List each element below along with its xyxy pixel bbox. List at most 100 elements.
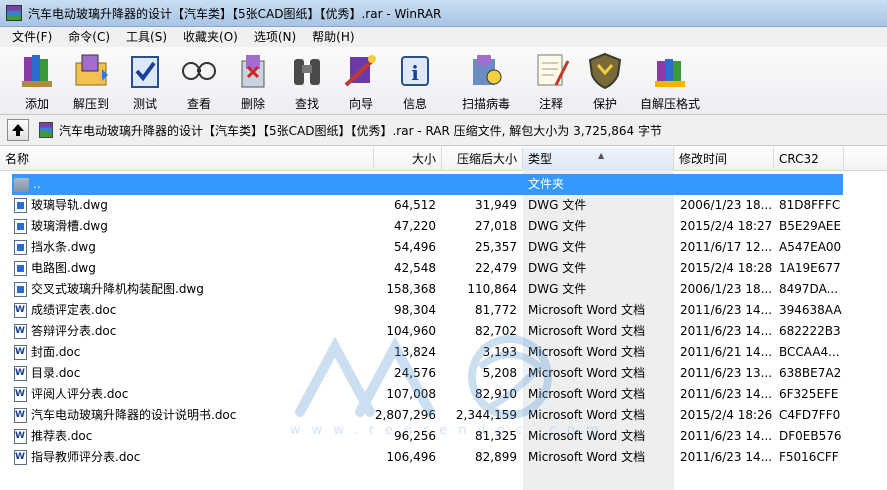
toolbar-button-1[interactable]: 解压到 — [64, 47, 118, 111]
toolbar-button-8[interactable]: 扫描病毒 — [448, 47, 524, 111]
doc-file-icon — [14, 363, 27, 384]
menu-bar: 文件(F) 命令(C) 工具(S) 收藏夹(O) 选项(N) 帮助(H) — [0, 27, 887, 47]
file-size: 13,824 — [394, 345, 436, 359]
column-header-size[interactable]: 大小 — [374, 147, 442, 171]
file-name: 成绩评定表.doc — [31, 303, 117, 317]
file-crc: BCCAA4... — [779, 345, 840, 359]
file-row[interactable]: 玻璃导轨.dwg 64,512 31,949 DWG 文件 2006/1/23 18..… — [0, 195, 887, 216]
file-packed-size: 81,325 — [475, 429, 517, 443]
info-icon: i — [396, 51, 434, 89]
file-type: Microsoft Word 文档 — [528, 429, 646, 443]
file-modified: 2011/6/17 12... — [680, 240, 773, 254]
file-size: 2,807,296 — [374, 408, 436, 422]
file-type: DWG 文件 — [528, 282, 587, 296]
menu-item-3[interactable]: 收藏夹(O) — [175, 27, 246, 47]
dwg-file-icon — [14, 240, 27, 255]
extract-folder-icon — [72, 51, 110, 89]
toolbar-button-0[interactable]: 添加 — [10, 47, 64, 111]
title-bar: 汽车电动玻璃升降器的设计【汽车类】【5张CAD图纸】【优秀】.rar - Win… — [0, 0, 887, 27]
file-packed-size: 31,949 — [475, 198, 517, 212]
file-row[interactable]: 玻璃滑槽.dwg 47,220 27,018 DWG 文件 2015/2/4 18:27… — [0, 216, 887, 237]
toolbar: 添加 解压到 测试 查看 删除 查找 向导 i 信息 扫描病毒 注释 保护 自解压格式 — [0, 47, 887, 115]
books-add-icon — [18, 51, 56, 89]
file-name: 推荐表.doc — [31, 429, 93, 443]
file-crc — [779, 174, 847, 195]
file-modified: 2011/6/23 14... — [680, 450, 773, 464]
toolbar-button-5[interactable]: 查找 — [280, 47, 334, 111]
file-name: 评阅人评分表.doc — [31, 387, 129, 401]
toolbar-button-2[interactable]: 测试 — [118, 47, 172, 111]
file-crc: A547EA00 — [779, 240, 842, 254]
file-packed-size: 2,344,159 — [455, 408, 517, 422]
file-modified: 2011/6/21 14... — [680, 345, 773, 359]
up-folder-button[interactable] — [7, 119, 29, 141]
file-row[interactable]: 挡水条.dwg 54,496 25,357 DWG 文件 2011/6/17 12...… — [0, 237, 887, 258]
toolbar-button-label: 自解压格式 — [639, 97, 700, 111]
wizard-wand-icon — [342, 51, 380, 89]
file-crc: 1A19E677 — [779, 261, 841, 275]
file-row[interactable]: 答辩评分表.doc 104,960 82,702 Microsoft Word 文档 2… — [0, 321, 887, 342]
file-modified: 2011/6/23 13... — [680, 366, 773, 380]
file-row[interactable]: 电路图.dwg 42,548 22,479 DWG 文件 2015/2/4 18:28 1… — [0, 258, 887, 279]
file-row[interactable]: 封面.doc 13,824 3,193 Microsoft Word 文档 2011/6… — [0, 342, 887, 363]
menu-item-0[interactable]: 文件(F) — [4, 27, 60, 47]
file-size: 104,960 — [386, 324, 436, 338]
file-packed-size: 3,193 — [482, 345, 517, 359]
toolbar-button-label: 信息 — [402, 97, 427, 111]
toolbar-button-7[interactable]: i 信息 — [388, 47, 442, 111]
menu-item-5[interactable]: 帮助(H) — [304, 27, 362, 47]
file-packed-size: 27,018 — [475, 219, 517, 233]
doc-file-icon — [14, 447, 27, 468]
toolbar-button-6[interactable]: 向导 — [334, 47, 388, 111]
toolbar-button-3[interactable]: 查看 — [172, 47, 226, 111]
file-row[interactable]: 指导教师评分表.doc 106,496 82,899 Microsoft Word 文… — [0, 447, 887, 468]
column-header-packed[interactable]: 压缩后大小 — [442, 147, 523, 171]
find-binoculars-icon — [288, 51, 326, 89]
doc-file-icon — [14, 405, 27, 426]
file-type: DWG 文件 — [528, 219, 587, 233]
column-header-modified[interactable]: 修改时间 — [674, 147, 774, 171]
toolbar-button-label: 删除 — [240, 97, 265, 111]
file-packed-size: 82,910 — [475, 387, 517, 401]
file-row[interactable]: 交叉式玻璃升降机构装配图.dwg 158,368 110,864 DWG 文件 2006… — [0, 279, 887, 300]
file-type: Microsoft Word 文档 — [528, 366, 646, 380]
file-modified: 2006/1/23 18... — [680, 198, 773, 212]
file-row[interactable]: 目录.doc 24,576 5,208 Microsoft Word 文档 2011/6… — [0, 363, 887, 384]
file-crc: 81D8FFFC — [779, 198, 841, 212]
toolbar-button-10[interactable]: 保护 — [578, 47, 632, 111]
toolbar-button-9[interactable]: 注释 — [524, 47, 578, 111]
file-row[interactable]: 汽车电动玻璃升降器的设计说明书.doc 2,807,296 2,344,159 Mic… — [0, 405, 887, 426]
file-row[interactable]: 成绩评定表.doc 98,304 81,772 Microsoft Word 文档 20… — [0, 300, 887, 321]
toolbar-button-4[interactable]: 删除 — [226, 47, 280, 111]
svg-text:i: i — [411, 61, 419, 85]
column-header-name[interactable]: 名称 — [0, 147, 374, 171]
file-size: 107,008 — [386, 387, 436, 401]
column-header-crc[interactable]: CRC32 — [774, 147, 844, 171]
file-row[interactable]: 评阅人评分表.doc 107,008 82,910 Microsoft Word 文档… — [0, 384, 887, 405]
file-name: 指导教师评分表.doc — [31, 450, 141, 464]
menu-item-4[interactable]: 选项(N) — [246, 27, 304, 47]
file-row[interactable]: .. 文件夹 — [0, 174, 887, 195]
file-size: 64,512 — [394, 198, 436, 212]
file-type: Microsoft Word 文档 — [528, 303, 646, 317]
file-packed-size — [452, 174, 517, 195]
file-name: .. — [33, 177, 41, 191]
file-size: 158,368 — [386, 282, 436, 296]
file-crc: 6F325EFE — [779, 387, 839, 401]
archive-path-field[interactable]: 汽车电动玻璃升降器的设计【汽车类】【5张CAD图纸】【优秀】.rar - RAR… — [39, 118, 883, 142]
file-crc: 682222B3 — [779, 324, 841, 338]
file-name: 电路图.dwg — [31, 261, 96, 275]
toolbar-button-11[interactable]: 自解压格式 — [632, 47, 708, 111]
menu-item-1[interactable]: 命令(C) — [60, 27, 118, 47]
menu-item-2[interactable]: 工具(S) — [118, 27, 175, 47]
file-modified: 2011/6/23 14... — [680, 303, 773, 317]
file-crc: 394638AA — [779, 303, 842, 317]
file-crc: B5E29AEE — [779, 219, 842, 233]
file-row[interactable]: 推荐表.doc 96,256 81,325 Microsoft Word 文档 2011… — [0, 426, 887, 447]
file-type: DWG 文件 — [528, 261, 587, 275]
file-size: 24,576 — [394, 366, 436, 380]
file-rows: .. 文件夹 玻璃导轨.dwg 64,512 31,949 DWG 文件 2006/1/23… — [0, 174, 887, 468]
dwg-file-icon — [14, 282, 27, 297]
file-name: 交叉式玻璃升降机构装配图.dwg — [31, 282, 204, 296]
column-header-type[interactable]: ▲ 类型 — [523, 147, 674, 171]
